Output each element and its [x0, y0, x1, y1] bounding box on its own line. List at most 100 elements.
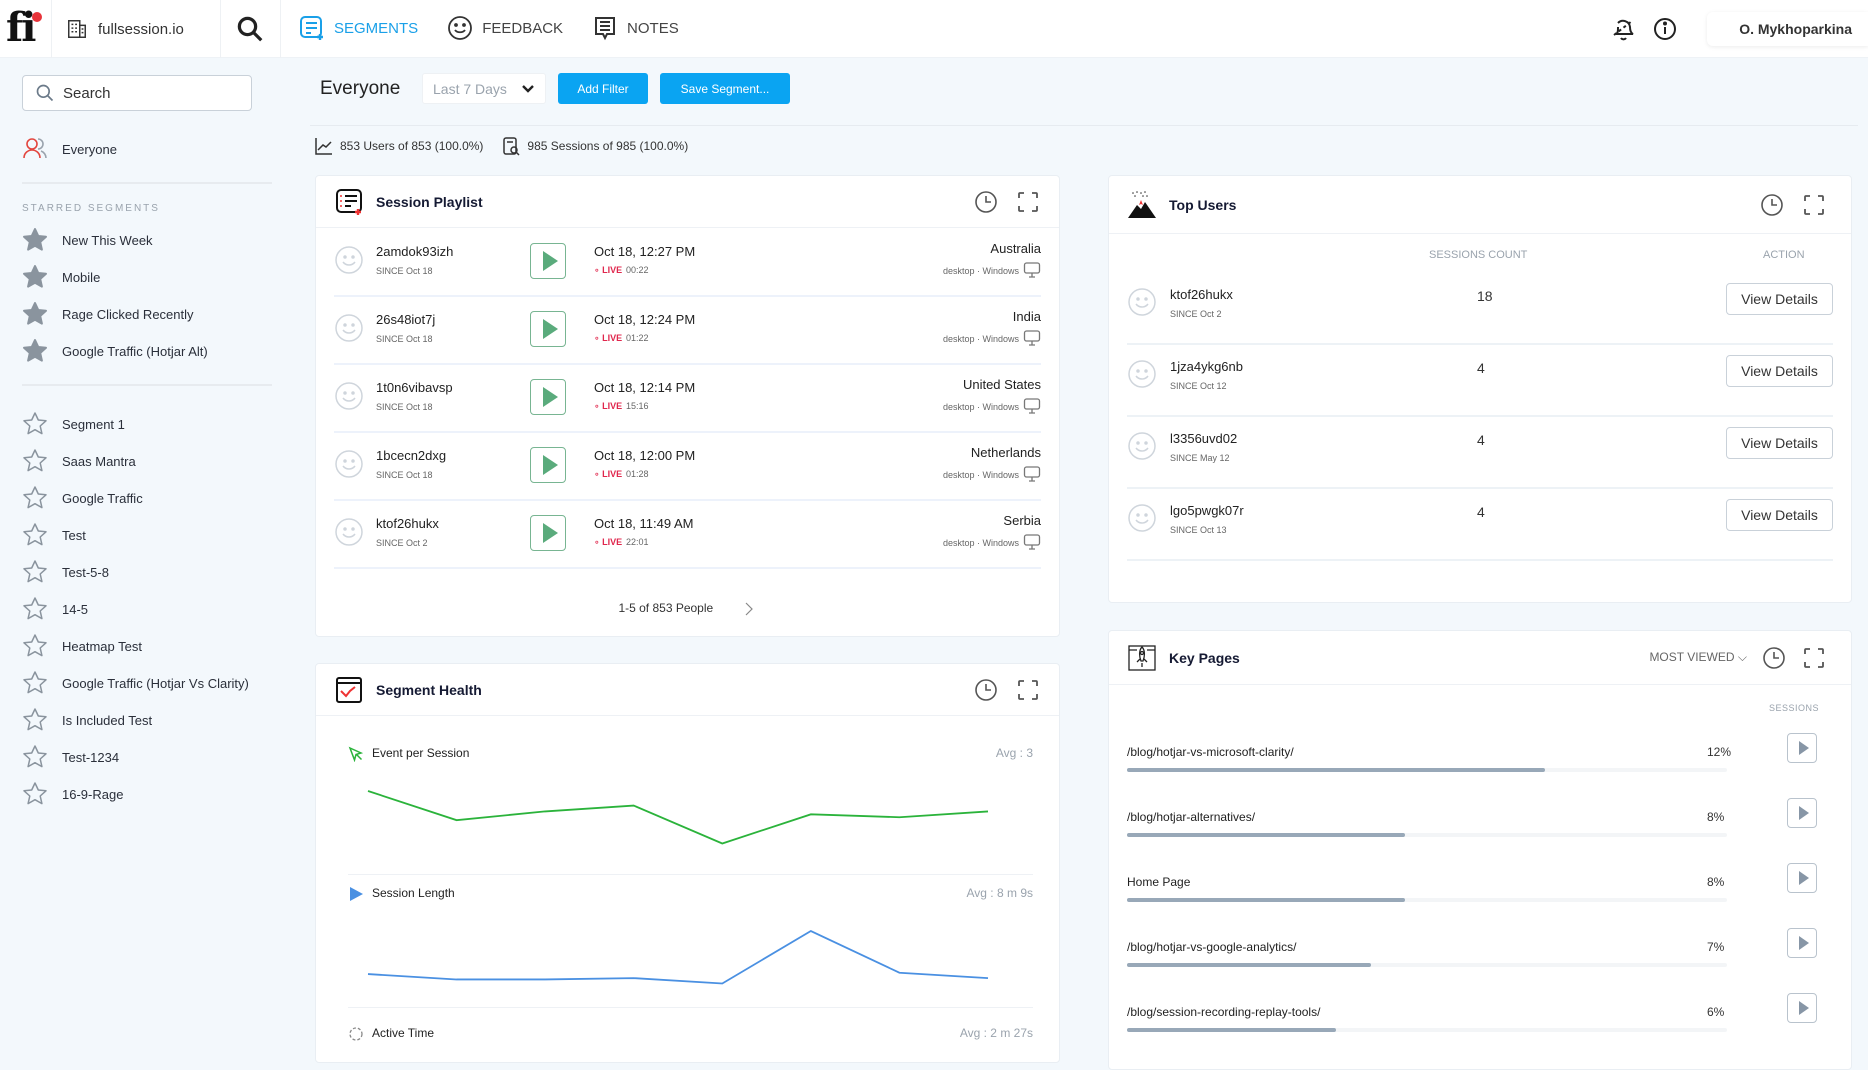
view-details-button[interactable]: View Details	[1726, 355, 1833, 387]
card-tools	[973, 189, 1041, 215]
user-id[interactable]: lgo5pwgk07r	[1170, 503, 1244, 518]
expand-icon[interactable]	[1015, 677, 1041, 703]
sidebar-item-starred[interactable]: Rage Clicked Recently	[22, 300, 194, 328]
star-outline-icon[interactable]	[22, 448, 48, 474]
sidebar-item-segment[interactable]: Test-5-8	[22, 558, 109, 586]
page-path[interactable]: Home Page	[1127, 875, 1190, 889]
user-id[interactable]: l3356uvd02	[1170, 431, 1237, 446]
nav-notes[interactable]: NOTES	[591, 14, 679, 42]
play-session-button[interactable]	[530, 515, 566, 551]
sidebar-item-starred[interactable]: New This Week	[22, 226, 153, 254]
segment-search-input[interactable]: Search	[22, 75, 252, 111]
nav-feedback[interactable]: FEEDBACK	[446, 14, 563, 42]
date-range-select[interactable]: Last 7 Days	[422, 73, 546, 104]
page-path[interactable]: /blog/hotjar-alternatives/	[1127, 810, 1255, 824]
add-filter-button[interactable]: Add Filter	[558, 73, 648, 104]
clock-icon[interactable]	[1761, 645, 1787, 671]
play-session-button[interactable]	[530, 243, 566, 279]
sidebar-item-everyone[interactable]: Everyone	[22, 135, 117, 163]
sort-select[interactable]: MOST VIEWED ⌵	[1649, 650, 1747, 665]
sidebar-item-segment[interactable]: 14-5	[22, 595, 88, 623]
session-row[interactable]: 26s48iot7j SINCE Oct 18 Oct 18, 12:24 PM…	[334, 297, 1041, 365]
user-id[interactable]: 1bcecn2dxg	[376, 448, 446, 463]
clock-icon[interactable]	[973, 677, 999, 703]
user-menu[interactable]: O. Mykhoparkina	[1707, 12, 1868, 46]
star-filled-icon[interactable]	[22, 301, 48, 327]
user-id[interactable]: ktof26hukx	[1170, 287, 1233, 302]
sidebar-item-segment[interactable]: Google Traffic	[22, 484, 143, 512]
page-path[interactable]: /blog/session-recording-replay-tools/	[1127, 1005, 1320, 1019]
session-device: desktop · Windows	[942, 334, 1019, 344]
page-path[interactable]: /blog/hotjar-vs-microsoft-clarity/	[1127, 745, 1294, 759]
user-since: SINCE Oct 2	[1170, 309, 1222, 319]
sidebar-item-segment[interactable]: Test-1234	[22, 743, 119, 771]
session-row[interactable]: ktof26hukx SINCE Oct 2 Oct 18, 11:49 AM …	[334, 501, 1041, 569]
play-page-sessions-button[interactable]	[1787, 798, 1817, 828]
org-switcher[interactable]: fullsession.io	[66, 18, 184, 40]
logo-dot	[32, 12, 42, 22]
app-logo[interactable]: fi	[6, 6, 36, 50]
cursor-icon	[348, 746, 364, 762]
play-session-button[interactable]	[530, 379, 566, 415]
bell-off-icon[interactable]	[1609, 15, 1637, 43]
sidebar-item-segment[interactable]: Google Traffic (Hotjar Vs Clarity)	[22, 669, 249, 697]
sidebar-item-starred[interactable]: Google Traffic (Hotjar Alt)	[22, 337, 208, 365]
star-outline-icon[interactable]	[22, 781, 48, 807]
star-outline-icon[interactable]	[22, 707, 48, 733]
metric-avg: Avg : 8 m 9s	[966, 886, 1033, 900]
sidebar-item-label: New This Week	[62, 232, 153, 248]
star-filled-icon[interactable]	[22, 227, 48, 253]
play-page-sessions-button[interactable]	[1787, 993, 1817, 1023]
session-row[interactable]: 2amdok93izh SINCE Oct 18 Oct 18, 12:27 P…	[334, 229, 1041, 297]
user-id[interactable]: 1t0n6vibavsp	[376, 380, 453, 395]
star-outline-icon[interactable]	[22, 485, 48, 511]
sidebar-item-segment[interactable]: Saas Mantra	[22, 447, 136, 475]
session-row[interactable]: 1bcecn2dxg SINCE Oct 18 Oct 18, 12:00 PM…	[334, 433, 1041, 501]
live-text: LIVE	[602, 265, 623, 275]
page-path[interactable]: /blog/hotjar-vs-google-analytics/	[1127, 940, 1296, 954]
user-id[interactable]: 1jza4ykg6nb	[1170, 359, 1243, 374]
top-right-tools: O. Mykhoparkina	[1609, 12, 1868, 46]
page-share-bar	[1127, 768, 1727, 772]
play-page-sessions-button[interactable]	[1787, 733, 1817, 763]
sidebar-item-starred[interactable]: Mobile	[22, 263, 100, 291]
expand-icon[interactable]	[1801, 192, 1827, 218]
view-details-button[interactable]: View Details	[1726, 499, 1833, 531]
session-row[interactable]: 1t0n6vibavsp SINCE Oct 18 Oct 18, 12:14 …	[334, 365, 1041, 433]
star-outline-icon[interactable]	[22, 522, 48, 548]
sidebar-item-segment[interactable]: Test	[22, 521, 86, 549]
star-filled-icon[interactable]	[22, 338, 48, 364]
play-session-button[interactable]	[530, 447, 566, 483]
play-session-button[interactable]	[530, 311, 566, 347]
user-id[interactable]: ktof26hukx	[376, 516, 439, 531]
view-details-button[interactable]: View Details	[1726, 283, 1833, 315]
expand-icon[interactable]	[1015, 189, 1041, 215]
play-page-sessions-button[interactable]	[1787, 863, 1817, 893]
nav-segments[interactable]: SEGMENTS	[298, 14, 418, 42]
view-details-button[interactable]: View Details	[1726, 427, 1833, 459]
user-id[interactable]: 26s48iot7j	[376, 312, 435, 327]
user-id[interactable]: 2amdok93izh	[376, 244, 453, 259]
sparkline-series	[367, 929, 989, 985]
star-filled-icon[interactable]	[22, 264, 48, 290]
save-segment-button[interactable]: Save Segment...	[660, 73, 790, 104]
smiley-icon	[448, 16, 473, 40]
sidebar-item-segment[interactable]: 16-9-Rage	[22, 780, 123, 808]
star-outline-icon[interactable]	[22, 559, 48, 585]
sidebar: Search Everyone STARRED SEGMENTS New Thi…	[0, 58, 275, 1039]
star-outline-icon[interactable]	[22, 633, 48, 659]
chevron-right-icon[interactable]	[741, 601, 757, 617]
star-outline-icon[interactable]	[22, 411, 48, 437]
sidebar-item-segment[interactable]: Is Included Test	[22, 706, 152, 734]
star-outline-icon[interactable]	[22, 744, 48, 770]
play-page-sessions-button[interactable]	[1787, 928, 1817, 958]
expand-icon[interactable]	[1801, 645, 1827, 671]
clock-icon[interactable]	[1759, 192, 1785, 218]
star-outline-icon[interactable]	[22, 670, 48, 696]
clock-icon[interactable]	[973, 189, 999, 215]
sidebar-item-segment[interactable]: Heatmap Test	[22, 632, 142, 660]
search-icon[interactable]	[235, 14, 265, 44]
sidebar-item-segment[interactable]: Segment 1	[22, 410, 125, 438]
star-outline-icon[interactable]	[22, 596, 48, 622]
info-icon[interactable]	[1651, 15, 1679, 43]
